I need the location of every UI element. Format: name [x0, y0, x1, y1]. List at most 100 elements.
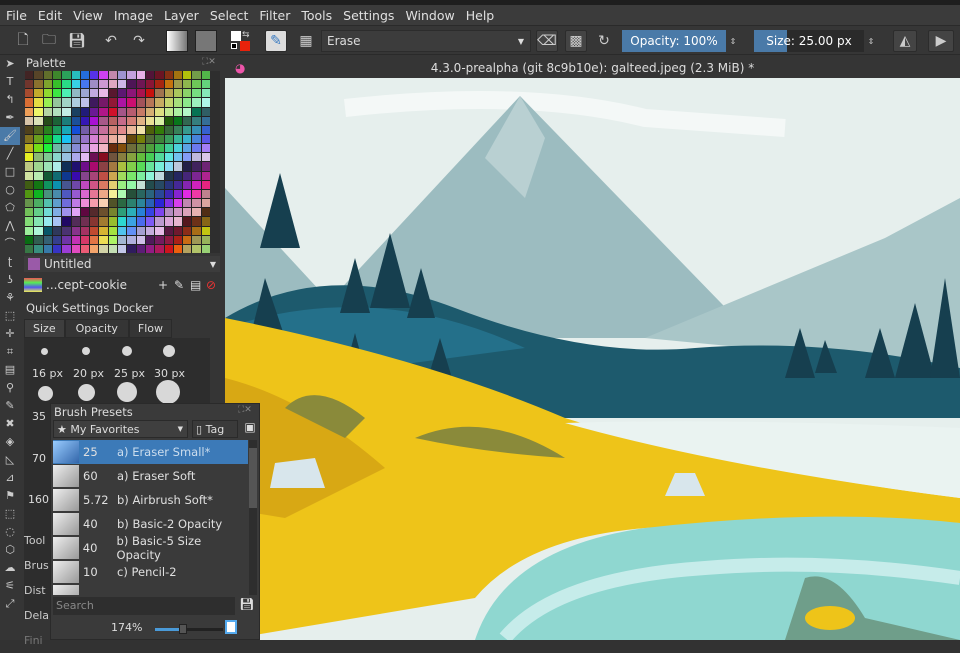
ellipse-select-icon[interactable]: ◌ — [0, 523, 20, 541]
palette-swatch[interactable] — [99, 89, 108, 98]
tab-opacity[interactable]: Opacity — [64, 318, 129, 338]
select-shapes-icon[interactable]: ➤ — [0, 55, 20, 73]
palette-grid[interactable] — [25, 71, 210, 253]
palette-swatch[interactable] — [118, 116, 127, 125]
palette-swatch[interactable] — [201, 153, 210, 162]
palette-swatch[interactable] — [173, 235, 183, 244]
palette-resource-icon[interactable] — [24, 277, 42, 292]
menu-select[interactable]: Select — [210, 8, 249, 23]
palette-swatch[interactable] — [108, 199, 117, 208]
palette-swatch[interactable] — [71, 144, 80, 153]
palette-swatch[interactable] — [145, 144, 155, 153]
dynamic-brush-icon[interactable]: ʖ — [0, 271, 20, 289]
palette-swatch[interactable] — [43, 144, 52, 153]
palette-swatch[interactable] — [80, 180, 90, 189]
palette-swatch[interactable] — [62, 71, 71, 80]
preset-item[interactable]: 10 c) Pencil-2 — [53, 560, 248, 584]
menu-edit[interactable]: Edit — [38, 8, 62, 23]
palette-swatch[interactable] — [192, 226, 201, 235]
size-dot[interactable] — [122, 346, 132, 356]
palette-swatch[interactable] — [201, 125, 210, 134]
palette-swatch[interactable] — [43, 98, 52, 107]
bezier-tool-icon[interactable]: ⌒ — [0, 235, 20, 253]
palette-swatch[interactable] — [136, 71, 145, 80]
palette-swatch[interactable] — [145, 235, 155, 244]
palette-swatch[interactable] — [136, 80, 145, 89]
palette-swatch[interactable] — [173, 125, 183, 134]
palette-scrollbar[interactable] — [210, 71, 220, 253]
palette-swatch[interactable] — [62, 208, 71, 217]
palette-swatch[interactable] — [43, 162, 52, 171]
palette-swatch[interactable] — [173, 89, 183, 98]
palette-swatch[interactable] — [43, 208, 52, 217]
palette-swatch[interactable] — [155, 171, 164, 180]
palette-swatch[interactable] — [183, 208, 192, 217]
palette-swatch[interactable] — [43, 217, 52, 226]
palette-swatch[interactable] — [183, 98, 192, 107]
palette-swatch[interactable] — [25, 208, 34, 217]
palette-swatch[interactable] — [183, 107, 192, 116]
palette-swatch[interactable] — [108, 171, 117, 180]
palette-swatch[interactable] — [164, 189, 173, 199]
palette-swatch[interactable] — [201, 134, 210, 144]
palette-swatch[interactable] — [99, 189, 108, 199]
palette-swatch[interactable] — [118, 244, 127, 253]
palette-swatch[interactable] — [52, 107, 62, 116]
palette-swatch[interactable] — [127, 235, 136, 244]
palette-swatch[interactable] — [99, 208, 108, 217]
palette-swatch[interactable] — [99, 71, 108, 80]
palette-swatch[interactable] — [127, 180, 136, 189]
palette-swatch[interactable] — [80, 125, 90, 134]
palette-swatch[interactable] — [127, 116, 136, 125]
palette-swatch[interactable] — [127, 125, 136, 134]
palette-swatch[interactable] — [136, 189, 145, 199]
palette-swatch[interactable] — [145, 153, 155, 162]
palette-swatch[interactable] — [192, 71, 201, 80]
palette-swatch[interactable] — [43, 180, 52, 189]
palette-swatch[interactable] — [71, 162, 80, 171]
palette-swatch[interactable] — [118, 125, 127, 134]
palette-swatch[interactable] — [62, 98, 71, 107]
palette-swatch[interactable] — [25, 153, 34, 162]
palette-swatch[interactable] — [99, 116, 108, 125]
palette-name-combo[interactable]: Untitled ▼ — [24, 256, 220, 272]
palette-swatch[interactable] — [118, 189, 127, 199]
palette-swatch[interactable] — [90, 144, 99, 153]
undo-icon[interactable]: ↶ — [102, 30, 120, 52]
magic-wand-icon[interactable]: ⚟ — [0, 577, 20, 595]
palette-swatch[interactable] — [201, 226, 210, 235]
size-spinner[interactable]: ⇕ — [866, 30, 876, 52]
palette-swatch[interactable] — [62, 107, 71, 116]
palette-swatch[interactable] — [52, 199, 62, 208]
palette-swatch[interactable] — [136, 226, 145, 235]
palette-swatch[interactable] — [52, 71, 62, 80]
palette-swatch[interactable] — [108, 89, 117, 98]
palette-swatch[interactable] — [71, 107, 80, 116]
palette-swatch[interactable] — [34, 107, 43, 116]
palette-swatch[interactable] — [62, 116, 71, 125]
palette-swatch[interactable] — [145, 116, 155, 125]
palette-swatch[interactable] — [99, 80, 108, 89]
palette-swatch[interactable] — [183, 89, 192, 98]
palette-swatch[interactable] — [145, 98, 155, 107]
color-picker-icon[interactable]: ⚲ — [0, 379, 20, 397]
palette-swatch[interactable] — [201, 217, 210, 226]
palette-swatch[interactable] — [90, 116, 99, 125]
palette-swatch[interactable] — [164, 217, 173, 226]
palette-swatch[interactable] — [127, 153, 136, 162]
palette-swatch[interactable] — [173, 208, 183, 217]
palette-swatch[interactable] — [127, 134, 136, 144]
blend-mode-dropdown[interactable]: Erase ▼ — [321, 30, 531, 52]
palette-swatch[interactable] — [201, 235, 210, 244]
open-folder-icon[interactable]: 🗀 — [40, 30, 58, 52]
calligraphy-icon[interactable]: ✒ — [0, 109, 20, 127]
palette-swatch[interactable] — [90, 71, 99, 80]
palette-swatch[interactable] — [127, 71, 136, 80]
palette-swatch[interactable] — [108, 162, 117, 171]
palette-swatch[interactable] — [108, 189, 117, 199]
palette-swatch[interactable] — [164, 71, 173, 80]
palette-swatch[interactable] — [80, 244, 90, 253]
add-icon[interactable]: + — [158, 278, 174, 292]
palette-swatch[interactable] — [164, 226, 173, 235]
palette-swatch[interactable] — [183, 125, 192, 134]
